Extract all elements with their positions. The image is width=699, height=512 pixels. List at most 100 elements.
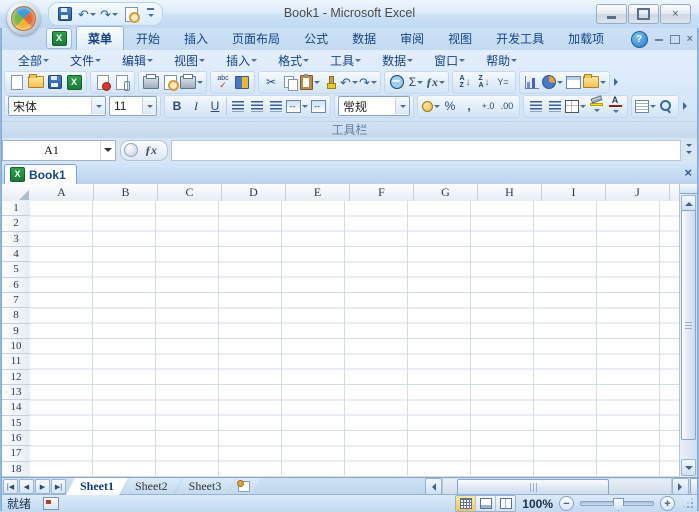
column-header[interactable]: B [94, 184, 158, 201]
office-button[interactable] [5, 0, 42, 37]
zoom-button[interactable] [657, 97, 675, 115]
ribbon-tab[interactable]: 视图 [436, 26, 484, 50]
redo-button-toolbar[interactable]: ↷ [359, 73, 377, 91]
save-button-toolbar[interactable] [46, 73, 64, 91]
select-all-corner[interactable] [2, 184, 31, 202]
vertical-scroll-thumb[interactable] [681, 210, 696, 440]
page-break-view-button[interactable] [496, 496, 516, 511]
comma-style-button[interactable]: , [460, 97, 478, 115]
toolbar-overflow-arrow[interactable] [683, 102, 691, 110]
insert-table-button[interactable] [564, 73, 582, 91]
fill-color-button[interactable] [587, 95, 605, 115]
close-button[interactable]: × [660, 4, 691, 24]
sheet-tab[interactable]: Sheet3 [175, 478, 236, 495]
format-cells-button[interactable] [635, 97, 656, 115]
italic-button[interactable]: I [187, 97, 205, 115]
bold-button[interactable]: B [168, 97, 186, 115]
row-header[interactable]: 6 [2, 278, 30, 293]
align-center-button[interactable] [248, 97, 266, 115]
menu-item[interactable]: 窗口 [424, 50, 474, 71]
row-header[interactable]: 7 [2, 293, 30, 309]
spell-check-button[interactable]: abc ✓ [214, 73, 232, 91]
last-sheet-button[interactable]: ▶| [51, 479, 66, 494]
drawing-button[interactable] [542, 73, 563, 91]
row-header[interactable]: 2 [2, 216, 30, 232]
row-header[interactable]: 17 [2, 446, 30, 462]
borders-button[interactable] [565, 97, 586, 115]
column-header[interactable]: D [222, 184, 286, 201]
filter-button[interactable]: Y= [494, 73, 512, 91]
normal-view-button[interactable] [456, 496, 477, 511]
row-header[interactable]: 15 [2, 416, 30, 431]
increase-indent-button[interactable] [546, 97, 564, 115]
scroll-left-button[interactable] [425, 478, 442, 495]
ribbon-tab[interactable]: 开发工具 [484, 26, 556, 50]
vertical-scrollbar[interactable] [679, 184, 697, 477]
align-left-button[interactable] [229, 97, 247, 115]
ribbon-tab[interactable]: 页面布局 [220, 26, 292, 50]
prev-sheet-button[interactable]: ◀ [19, 479, 34, 494]
percent-style-button[interactable]: % [441, 97, 459, 115]
workbook-restore-button[interactable] [669, 35, 680, 44]
maximize-button[interactable] [628, 4, 659, 24]
name-box-dropdown[interactable] [100, 140, 115, 160]
expand-formula-bar-button[interactable] [681, 141, 697, 160]
page-layout-view-button[interactable] [476, 496, 497, 511]
column-header[interactable]: G [414, 184, 478, 201]
copy-button[interactable] [281, 73, 299, 91]
export-excel-button[interactable]: X [65, 73, 83, 91]
insert-function-button[interactable]: ƒx [426, 73, 445, 91]
record-macro-button[interactable] [43, 497, 60, 510]
row-header[interactable]: 16 [2, 431, 30, 447]
row-header[interactable]: 5 [2, 262, 30, 278]
row-header[interactable]: 18 [2, 462, 30, 477]
insert-function-area[interactable]: ƒx [120, 139, 168, 161]
ribbon-tab[interactable]: 开始 [124, 26, 172, 50]
currency-button[interactable] [421, 97, 440, 115]
number-format-select[interactable]: 常规 [338, 96, 410, 116]
row-header[interactable]: 4 [2, 247, 30, 263]
new-button[interactable] [8, 73, 26, 91]
scroll-down-button[interactable] [681, 459, 696, 476]
column-header[interactable]: H [478, 184, 542, 201]
merge-center-button[interactable] [286, 97, 308, 115]
zoom-out-button[interactable]: − [559, 496, 574, 511]
row-header[interactable]: 13 [2, 385, 30, 401]
cell-grid[interactable] [30, 201, 680, 477]
row-header[interactable]: 14 [2, 400, 30, 416]
chart-wizard-button[interactable] [523, 73, 541, 91]
permission-button[interactable] [94, 73, 112, 91]
wrap-text-button[interactable] [309, 97, 327, 115]
open-recent-button[interactable] [583, 73, 606, 91]
horizontal-scroll-track[interactable] [442, 479, 672, 496]
zoom-slider[interactable] [580, 498, 654, 511]
ribbon-tab[interactable]: 审阅 [388, 26, 436, 50]
sheet-tab[interactable]: Sheet2 [121, 478, 182, 495]
format-painter-button[interactable] [321, 73, 339, 91]
column-header[interactable]: A [30, 184, 94, 201]
align-right-button[interactable] [267, 97, 285, 115]
workbook-minimize-button[interactable] [654, 38, 663, 41]
zoom-slider-thumb[interactable] [613, 498, 624, 511]
row-header[interactable]: 3 [2, 232, 30, 247]
menu-item[interactable]: 帮助 [476, 50, 526, 71]
menu-item[interactable]: 全部 [8, 50, 58, 71]
open-button[interactable] [27, 73, 45, 91]
undo-button-toolbar[interactable]: ↶ [340, 73, 358, 91]
autosum-button[interactable]: Σ [407, 73, 425, 91]
row-header[interactable]: 12 [2, 370, 30, 385]
hyperlink-button[interactable] [388, 73, 406, 91]
menu-item[interactable]: 插入 [216, 50, 266, 71]
scroll-right-button[interactable] [672, 478, 689, 495]
split-handle[interactable] [680, 184, 697, 194]
row-header[interactable]: 1 [2, 201, 30, 217]
toolbar-overflow-arrow[interactable] [614, 78, 622, 86]
ribbon-tab[interactable]: 菜单 [76, 26, 125, 50]
cut-button[interactable]: ✂ [262, 73, 280, 91]
print-preview-button-toolbar[interactable] [161, 73, 179, 91]
row-header[interactable]: 9 [2, 324, 30, 339]
font-size-select[interactable]: 11 [109, 96, 157, 116]
sort-ascending-button[interactable]: A Z ↓ [456, 73, 474, 91]
font-name-select[interactable]: 宋体 [8, 96, 106, 116]
row-header[interactable]: 10 [2, 339, 30, 355]
